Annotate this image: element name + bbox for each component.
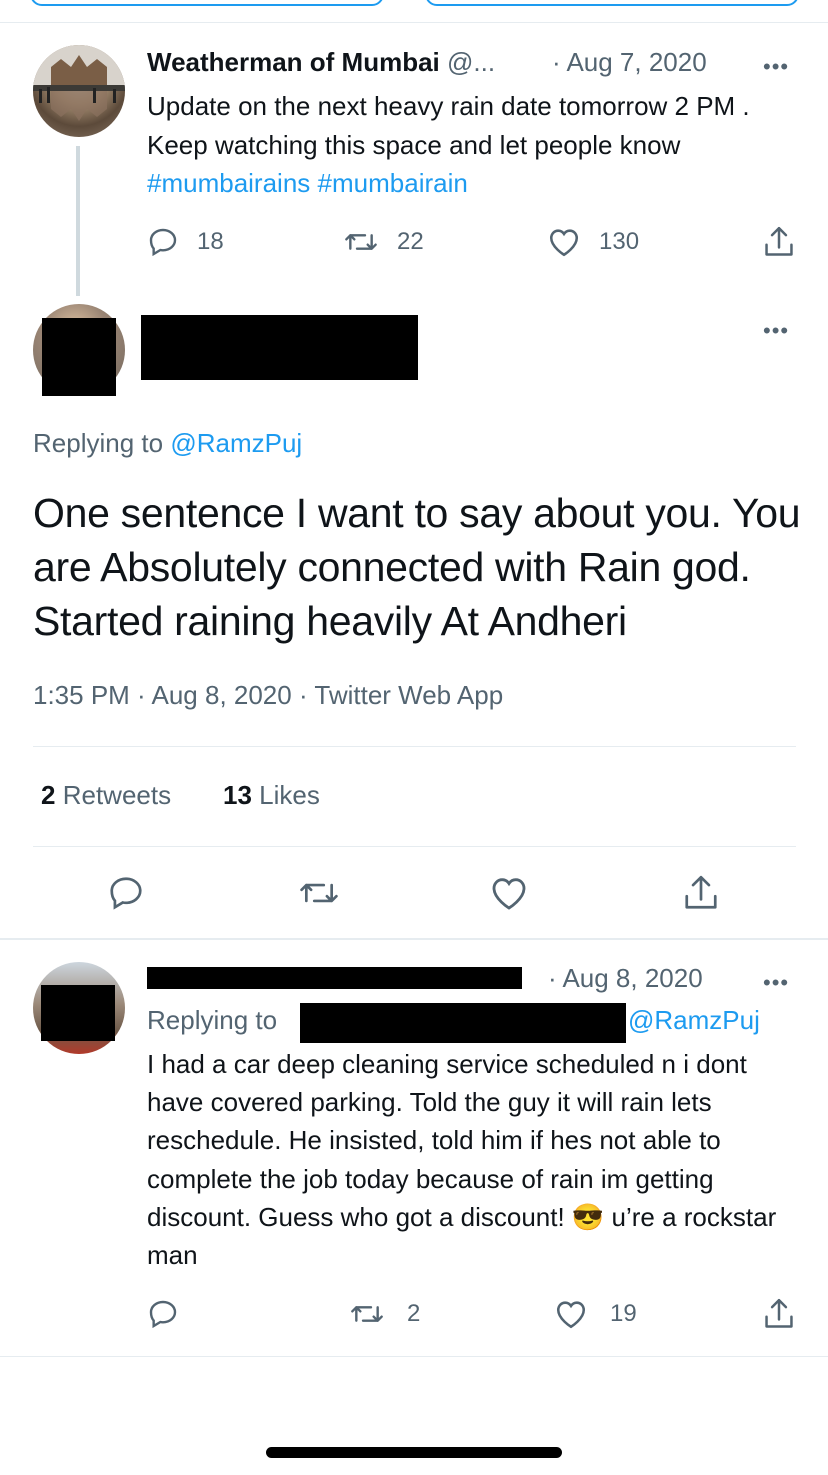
redacted-author xyxy=(147,967,522,989)
top-button-right[interactable] xyxy=(425,0,799,6)
likes-stat[interactable]: 13 Likes xyxy=(223,780,320,811)
retweet-icon xyxy=(345,234,377,250)
like-icon xyxy=(549,229,579,257)
retweets-label: Retweets xyxy=(62,780,172,810)
share-button[interactable] xyxy=(762,224,796,260)
like-count: 130 xyxy=(599,228,640,255)
redacted-author xyxy=(141,315,418,380)
retweet-icon xyxy=(300,883,338,903)
hashtag-mumbairains[interactable]: #mumbairains xyxy=(147,168,310,198)
tweet1-header: Weatherman of Mumbai @... xyxy=(147,47,495,78)
hashtag-mumbairain[interactable]: #mumbairain xyxy=(318,168,468,198)
top-button-left[interactable] xyxy=(30,0,384,6)
share-button[interactable] xyxy=(682,872,720,914)
avatar[interactable] xyxy=(33,45,125,137)
like-count: 19 xyxy=(610,1300,637,1327)
divider xyxy=(33,846,796,847)
reply-button[interactable] xyxy=(147,1298,197,1330)
share-icon xyxy=(685,875,717,909)
tweet1-text: Update on the next heavy rain date tomor… xyxy=(147,87,777,203)
replying-handle[interactable]: @RamzPuj xyxy=(170,428,302,458)
retweet-button[interactable]: 22 xyxy=(343,226,424,258)
share-icon xyxy=(765,1298,793,1328)
divider xyxy=(0,938,828,940)
reply-date[interactable]: · Aug 8, 2020 xyxy=(548,963,703,994)
main-tweet-text: One sentence I want to say about you. Yo… xyxy=(33,490,801,644)
author-handle[interactable]: @... xyxy=(447,47,495,77)
retweet-button[interactable]: 2 xyxy=(349,1298,420,1330)
redaction-box xyxy=(42,318,116,396)
tweet1-body: Update on the next heavy rain date tomor… xyxy=(147,91,750,160)
reply-button[interactable]: 18 xyxy=(147,226,224,258)
author-name[interactable]: Weatherman of Mumbai xyxy=(147,47,440,77)
likes-label: Likes xyxy=(259,780,320,810)
replying-prefix: Replying to xyxy=(33,428,171,458)
reply-count: 18 xyxy=(197,228,224,255)
share-button[interactable] xyxy=(762,1296,796,1332)
home-indicator[interactable] xyxy=(266,1447,562,1458)
reply-replying-handle[interactable]: @RamzPuj xyxy=(628,1005,760,1036)
reply-icon xyxy=(110,877,142,910)
like-button[interactable]: 19 xyxy=(554,1298,637,1330)
redaction-box xyxy=(41,985,115,1041)
retweets-count: 2 xyxy=(41,780,56,810)
replying-to: Replying to @RamzPuj xyxy=(33,428,302,459)
more-icon[interactable]: ••• xyxy=(763,56,789,78)
like-icon xyxy=(492,878,526,910)
reply-text: I had a car deep cleaning service schedu… xyxy=(147,1049,777,1271)
tweet1-date[interactable]: · Aug 7, 2020 xyxy=(552,47,707,78)
tweet-meta: 1:35 PM · Aug 8, 2020 · Twitter Web App xyxy=(33,680,504,710)
redacted-handle xyxy=(300,1003,626,1043)
likes-count: 13 xyxy=(223,780,252,810)
reply-icon xyxy=(149,1300,177,1329)
reply-icon xyxy=(149,228,177,257)
reply-replying-prefix: Replying to xyxy=(147,1005,278,1035)
like-button[interactable]: 130 xyxy=(547,226,639,258)
more-icon[interactable]: ••• xyxy=(763,972,789,994)
reply-button[interactable] xyxy=(107,874,145,912)
landmark-image xyxy=(33,45,125,121)
divider xyxy=(0,1356,828,1357)
more-icon[interactable]: ••• xyxy=(763,320,789,342)
share-icon xyxy=(765,226,793,256)
like-icon xyxy=(556,1301,586,1329)
top-divider xyxy=(0,22,828,23)
retweet-count: 22 xyxy=(397,228,424,255)
retweet-button[interactable] xyxy=(298,874,340,912)
retweet-icon xyxy=(351,1306,383,1322)
thread-connector xyxy=(76,146,80,296)
divider xyxy=(33,746,796,747)
retweets-stat[interactable]: 2 Retweets xyxy=(41,780,171,811)
retweet-count: 2 xyxy=(407,1300,421,1327)
like-button[interactable] xyxy=(489,874,529,912)
